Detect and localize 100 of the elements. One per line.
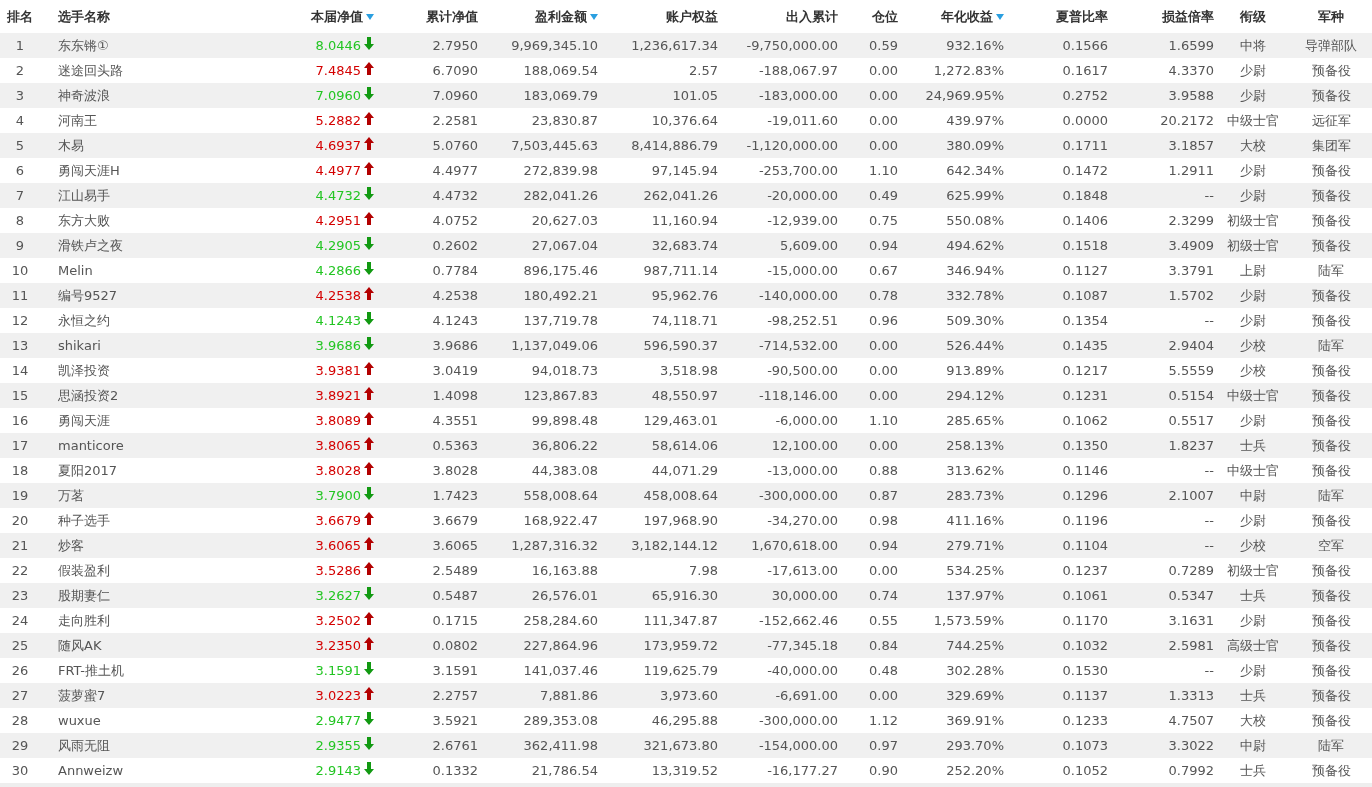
table-cell: 2.57	[689, 63, 718, 78]
table-cell: 风雨无阻	[58, 736, 110, 755]
column-header: 夏普比率	[1056, 7, 1108, 26]
table-cell: 332.78%	[946, 288, 1004, 303]
sort-down-icon[interactable]	[590, 13, 598, 20]
table-cell: 预备役	[1311, 86, 1351, 105]
table-cell: 0.7992	[1168, 763, 1214, 778]
table-cell: 129,463.01	[643, 413, 718, 428]
table-cell: 369.91%	[946, 713, 1004, 728]
column-header[interactable]: 本届净值	[311, 7, 363, 26]
table-cell: 1.10	[869, 413, 898, 428]
net-value-text: 4.2538	[315, 288, 361, 303]
table-cell: 0.75	[869, 213, 898, 228]
table-cell: shikari	[58, 338, 101, 353]
table-cell: 0.1617	[1062, 63, 1108, 78]
table-cell: 少尉	[1240, 511, 1266, 530]
column-header: 衔级	[1240, 7, 1266, 26]
table-cell: 预备役	[1311, 236, 1351, 255]
table-cell: -6,000.00	[775, 413, 838, 428]
column-header: 选手名称	[58, 7, 110, 26]
table-cell: -714,532.00	[758, 338, 838, 353]
table-cell: 17	[11, 438, 29, 453]
table-cell: -77,345.18	[767, 638, 838, 653]
table-cell: 中级士官	[1227, 386, 1279, 405]
table-cell: 896,175.46	[523, 263, 598, 278]
table-cell: 282,041.26	[523, 188, 598, 203]
table-cell: 302.28%	[946, 663, 1004, 678]
table-cell: 0.1062	[1062, 413, 1108, 428]
net-value-text: 3.8065	[315, 438, 361, 453]
table-cell: -98,252.51	[767, 313, 838, 328]
net-value-text: 3.7900	[315, 488, 361, 503]
table-cell: --	[1204, 663, 1214, 678]
table-cell: 3,518.98	[660, 363, 718, 378]
column-header: 损益倍率	[1162, 7, 1214, 26]
net-value-text: 3.8089	[315, 413, 361, 428]
table-cell: 1,670,618.00	[751, 538, 838, 553]
table-cell: 2.5489	[432, 563, 478, 578]
table-cell: 5.5559	[1168, 363, 1214, 378]
table-cell: 0.1032	[1062, 638, 1108, 653]
table-cell: 15	[11, 388, 29, 403]
table-cell: 550.08%	[946, 213, 1004, 228]
table-cell: 173,959.72	[643, 638, 718, 653]
table-cell: 4.4977	[432, 163, 478, 178]
table-cell: 0.7289	[1168, 563, 1214, 578]
table-cell: 预备役	[1311, 436, 1351, 455]
table-cell: 预备役	[1311, 711, 1351, 730]
sort-down-icon[interactable]	[366, 13, 374, 20]
column-header[interactable]: 年化收益	[941, 7, 993, 26]
table-cell: 188,069.54	[523, 63, 598, 78]
table-cell: 3,182,144.12	[631, 538, 718, 553]
table-cell: 1,287,316.32	[511, 538, 598, 553]
sort-down-icon[interactable]	[996, 13, 1004, 20]
table-cell: 4.3551	[432, 413, 478, 428]
table-cell: 0.74	[869, 588, 898, 603]
table-cell: 0.90	[869, 763, 898, 778]
table-cell: -17,613.00	[767, 563, 838, 578]
table-cell: 炒客	[58, 536, 84, 555]
table-cell: 2.2757	[432, 688, 478, 703]
column-header[interactable]: 盈利金额	[535, 7, 587, 26]
table-cell: 2.2581	[432, 113, 478, 128]
table-cell: 0.5487	[432, 588, 478, 603]
table-cell: 导弹部队	[1305, 36, 1357, 55]
table-cell: 0.1087	[1062, 288, 1108, 303]
table-cell: 0.67	[869, 263, 898, 278]
table-cell: 10,376.64	[651, 113, 718, 128]
table-cell: 0.1711	[1062, 138, 1108, 153]
table-cell: 菠萝蜜7	[58, 686, 106, 705]
table-cell: 0.1472	[1062, 163, 1108, 178]
table-cell: 7	[15, 188, 25, 203]
table-cell: -183,000.00	[758, 88, 838, 103]
table-cell: -188,067.97	[758, 63, 838, 78]
table-cell: 0.00	[869, 563, 898, 578]
table-cell: 30	[11, 763, 29, 778]
table-cell: 3,973.60	[660, 688, 718, 703]
table-cell: 0.1566	[1062, 38, 1108, 53]
table-cell: -9,750,000.00	[746, 38, 838, 53]
table-cell: 744.25%	[946, 638, 1004, 653]
net-value-text: 4.1243	[315, 313, 361, 328]
table-cell: 木易	[58, 136, 84, 155]
table-cell: 596,590.37	[643, 338, 718, 353]
table-cell: 0.7784	[432, 263, 478, 278]
table-cell: -90,500.00	[767, 363, 838, 378]
table-cell: 少尉	[1240, 161, 1266, 180]
table-cell: 197,968.90	[643, 513, 718, 528]
table-cell: 0.1104	[1062, 538, 1108, 553]
table-cell: 凯泽投资	[58, 361, 110, 380]
table-cell: 329.69%	[946, 688, 1004, 703]
table-cell: 0.1237	[1062, 563, 1108, 578]
table-cell: 272,839.98	[523, 163, 598, 178]
table-cell: 1,272.83%	[933, 63, 1004, 78]
table-cell: 3.3022	[1168, 738, 1214, 753]
table-cell: 4	[15, 113, 25, 128]
table-cell: 24	[11, 613, 29, 628]
table-cell: 勇闯天涯	[58, 411, 110, 430]
table-cell: 30,000.00	[771, 588, 838, 603]
table-cell: 9	[15, 238, 25, 253]
table-cell: 20	[11, 513, 29, 528]
table-cell: 1.6599	[1168, 38, 1214, 53]
table-cell: 252.20%	[946, 763, 1004, 778]
table-cell: 大校	[1240, 711, 1266, 730]
